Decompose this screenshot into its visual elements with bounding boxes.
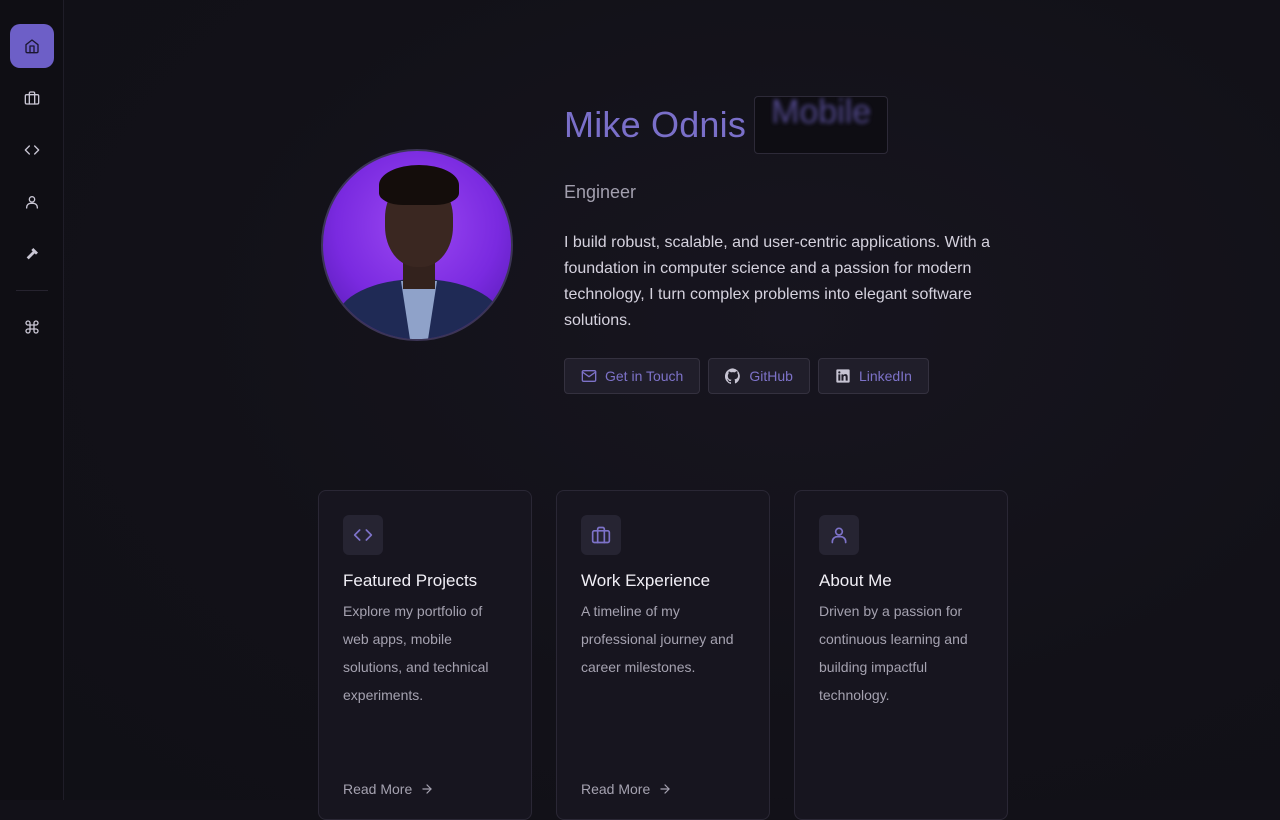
read-more-link[interactable]: Read More xyxy=(581,781,672,797)
user-icon xyxy=(25,196,38,209)
social-links: Get in Touch GitHub LinkedIn xyxy=(564,358,937,394)
role-rotator: Mobile xyxy=(754,96,889,154)
read-more-label: Read More xyxy=(343,781,413,797)
arrow-right-icon xyxy=(660,784,670,794)
read-more-link[interactable]: Read More xyxy=(343,781,434,797)
contact-button[interactable]: Get in Touch xyxy=(564,358,701,394)
main-content: Mike Odnis Mobile Engineer I build robus… xyxy=(64,0,1280,820)
card-title: Work Experience xyxy=(581,571,711,590)
sidebar-divider xyxy=(15,290,48,291)
linkedin-label: LinkedIn xyxy=(858,368,912,384)
card-projects[interactable]: Featured Projects Explore my portfolio o… xyxy=(318,490,532,820)
briefcase-icon xyxy=(591,526,611,544)
nav-experience[interactable] xyxy=(10,76,54,120)
github-button[interactable]: GitHub xyxy=(708,358,810,394)
user-icon xyxy=(831,527,847,544)
hammer-icon xyxy=(26,248,38,260)
code-icon xyxy=(24,145,39,155)
command-icon xyxy=(24,320,39,334)
card-about[interactable]: About Me Driven by a passion for continu… xyxy=(794,490,1008,820)
briefcase-icon xyxy=(24,91,39,105)
github-label: GitHub xyxy=(749,368,793,384)
card-description: Explore my portfolio of web apps, mobile… xyxy=(343,603,489,703)
name-row: Mike Odnis Mobile xyxy=(564,96,889,154)
card-description: Driven by a passion for continuous learn… xyxy=(819,603,968,703)
card-title: About Me xyxy=(819,571,892,590)
role-word: Mobile xyxy=(771,96,872,131)
card-icon-wrap xyxy=(581,515,621,555)
card-icon-wrap xyxy=(343,515,383,555)
nav-command[interactable] xyxy=(10,305,54,349)
feature-cards: Featured Projects Explore my portfolio o… xyxy=(318,490,1032,820)
card-icon-wrap xyxy=(819,515,859,555)
avatar xyxy=(321,149,513,341)
bio: I build robust, scalable, and user-centr… xyxy=(564,234,990,329)
card-title: Featured Projects xyxy=(343,571,478,590)
nav-tools[interactable] xyxy=(10,232,54,276)
linkedin-button[interactable]: LinkedIn xyxy=(817,358,929,394)
page-title: Mike Odnis xyxy=(564,104,747,145)
subtitle: Engineer xyxy=(564,182,637,202)
arrow-right-icon xyxy=(422,784,432,794)
nav-projects[interactable] xyxy=(10,128,54,172)
github-icon xyxy=(725,368,741,384)
home-icon xyxy=(24,39,39,54)
card-description: A timeline of my professional journey an… xyxy=(581,603,734,675)
read-more-label: Read More xyxy=(581,781,651,797)
sidebar xyxy=(0,0,64,800)
card-experience[interactable]: Work Experience A timeline of my profess… xyxy=(556,490,770,820)
nav-about[interactable] xyxy=(10,180,54,224)
linkedin-icon xyxy=(836,369,850,383)
nav-home[interactable] xyxy=(9,24,54,68)
mail-icon xyxy=(581,370,597,382)
contact-label: Get in Touch xyxy=(605,368,684,384)
code-icon xyxy=(353,529,373,541)
